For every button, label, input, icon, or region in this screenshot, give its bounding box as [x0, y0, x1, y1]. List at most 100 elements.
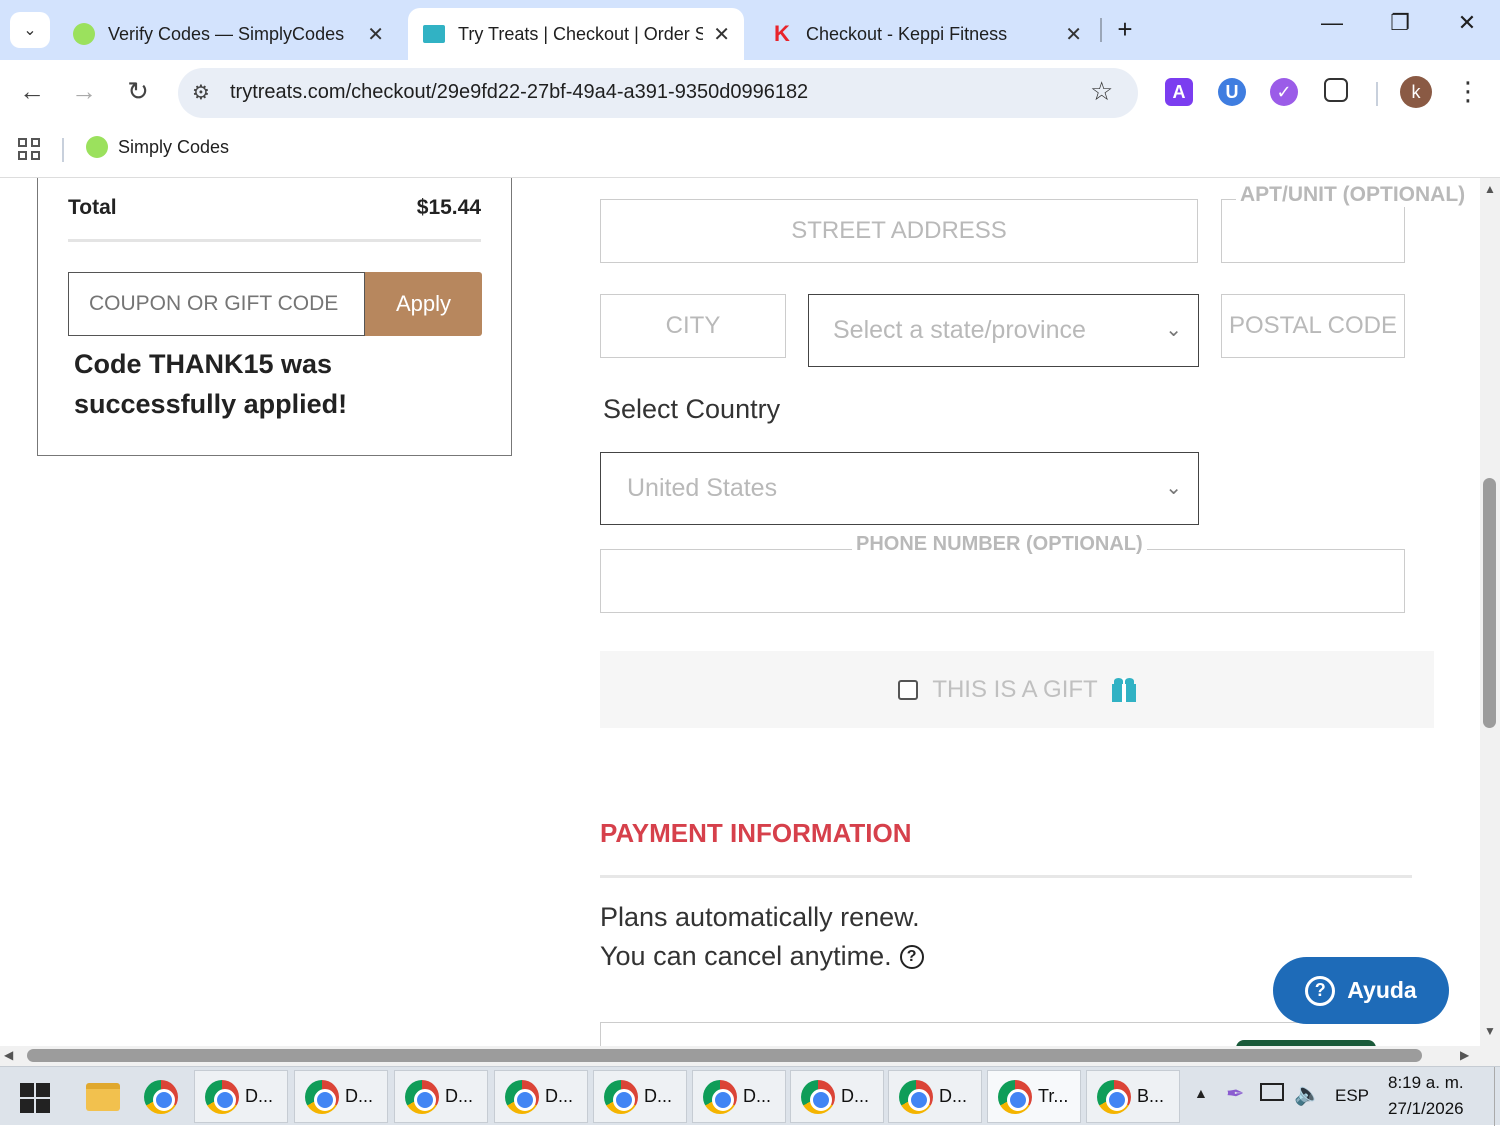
close-icon[interactable]: ✕ — [367, 22, 384, 47]
taskbar-app[interactable]: D... — [494, 1070, 588, 1123]
gift-checkbox[interactable] — [898, 679, 919, 700]
taskbar-app[interactable]: D... — [888, 1070, 982, 1123]
keppi-k-icon: K — [774, 21, 790, 46]
simplycodes-extension-icon[interactable]: ✓ — [1270, 78, 1298, 106]
simplycodes-icon — [72, 22, 96, 46]
state-select[interactable]: Select a state/province ⌄ — [808, 294, 1199, 367]
chrome-icon — [205, 1079, 239, 1114]
country-select[interactable]: United States ⌄ — [600, 452, 1199, 525]
chrome-icon — [505, 1079, 539, 1114]
coupon-success-message: Code THANK15 was successfully applied! — [74, 349, 348, 419]
clock-date[interactable]: 27/1/2026 — [1388, 1099, 1464, 1119]
address-bar[interactable]: ⚙ trytreats.com/checkout/29e9fd22-27bf-4… — [178, 68, 1138, 118]
taskbar-app-active[interactable]: Tr... — [987, 1070, 1081, 1123]
taskbar-app[interactable]: D... — [790, 1070, 884, 1123]
summary-divider — [68, 239, 481, 242]
language-indicator[interactable]: ESP — [1335, 1086, 1369, 1106]
taskbar-app[interactable]: B... — [1086, 1070, 1180, 1123]
close-window-icon[interactable]: ✕ — [1447, 10, 1487, 36]
taskbar-app[interactable]: D... — [194, 1070, 288, 1123]
country-select-value: United States — [627, 474, 778, 502]
scroll-left-arrow-icon[interactable]: ◀ — [4, 1048, 13, 1062]
kebab-menu-icon[interactable]: ⋮ — [1455, 76, 1481, 107]
network-icon[interactable] — [1260, 1083, 1284, 1101]
state-select-placeholder: Select a state/province — [833, 316, 1086, 344]
phone-number-label: PHONE NUMBER (OPTIONAL) — [852, 533, 1147, 556]
chevron-down-icon: ⌄ — [1165, 477, 1182, 499]
back-icon[interactable]: ← — [14, 76, 50, 107]
chrome-icon — [405, 1079, 439, 1114]
puzzle-icon[interactable] — [1324, 78, 1348, 102]
restore-icon[interactable]: ❐ — [1380, 10, 1420, 36]
chevron-down-icon: ⌄ — [23, 22, 37, 39]
checkout-page: Total $15.44 Apply Code THANK15 was succ… — [0, 178, 1480, 1046]
coupon-input[interactable] — [68, 272, 365, 336]
file-explorer-icon[interactable] — [86, 1083, 120, 1111]
question-circle-icon[interactable]: ? — [899, 944, 924, 969]
forward-icon[interactable]: → — [66, 76, 102, 107]
site-settings-icon[interactable]: ⚙ — [192, 80, 210, 105]
chrome-icon — [998, 1079, 1032, 1114]
scroll-down-arrow-icon[interactable]: ▼ — [1484, 1024, 1496, 1038]
clock-time[interactable]: 8:19 a. m. — [1388, 1073, 1464, 1093]
tab-keppi[interactable]: K Checkout - Keppi Fitness ✕ — [756, 8, 1096, 60]
taskbar-app[interactable]: D... — [294, 1070, 388, 1123]
chrome-icon — [703, 1079, 737, 1114]
apps-grid-icon[interactable] — [18, 138, 40, 160]
taskbar-app[interactable]: D... — [593, 1070, 687, 1123]
chrome-icon — [899, 1079, 933, 1114]
apply-button[interactable]: Apply — [365, 272, 482, 336]
postal-code-input[interactable]: POSTAL CODE — [1221, 294, 1405, 358]
tab-search-button[interactable]: ⌄ — [10, 12, 50, 48]
phone-number-input[interactable] — [600, 549, 1405, 613]
payment-divider — [600, 875, 1412, 878]
street-address-input[interactable]: STREET ADDRESS — [600, 199, 1198, 263]
help-button[interactable]: ? Ayuda — [1273, 957, 1449, 1024]
toolbar-divider — [1376, 82, 1378, 106]
bookmark-simplycodes[interactable]: Simply Codes — [86, 136, 229, 158]
close-icon[interactable]: ✕ — [713, 22, 730, 47]
tray-overflow-icon[interactable]: ▲ — [1194, 1085, 1208, 1101]
tab-title: Verify Codes — SimplyCodes — [108, 23, 345, 44]
taskbar-app[interactable]: D... — [394, 1070, 488, 1123]
gift-icon — [1111, 677, 1136, 702]
vertical-scroll-thumb[interactable] — [1483, 478, 1496, 728]
total-value: $15.44 — [416, 196, 481, 219]
show-desktop-button[interactable] — [1494, 1067, 1500, 1126]
horizontal-scrollbar[interactable]: ◀ ▶ — [0, 1046, 1500, 1066]
city-input[interactable]: CITY — [600, 294, 786, 358]
pen-icon[interactable]: ✒ — [1226, 1081, 1244, 1107]
chrome-icon — [801, 1079, 835, 1114]
bookmark-star-icon[interactable]: ☆ — [1090, 76, 1113, 107]
taskbar-app[interactable]: D... — [692, 1070, 786, 1123]
tab-simplycodes[interactable]: Verify Codes — SimplyCodes ✕ — [58, 8, 398, 60]
volume-icon[interactable]: 🔈 — [1294, 1081, 1321, 1107]
apt-unit-input[interactable] — [1221, 199, 1405, 263]
reload-icon[interactable]: ↻ — [120, 76, 156, 107]
help-button-label: Ayuda — [1347, 977, 1417, 1003]
scroll-up-arrow-icon[interactable]: ▲ — [1484, 182, 1496, 196]
country-label: Select Country — [603, 394, 781, 424]
shield-extension-icon[interactable]: U — [1218, 78, 1246, 106]
chrome-icon — [305, 1079, 339, 1114]
horizontal-scroll-thumb[interactable] — [27, 1049, 1422, 1062]
minimize-icon[interactable]: — — [1312, 10, 1352, 36]
bookmarks-bar: Simply Codes — [0, 126, 1500, 178]
tab-divider — [1100, 18, 1102, 42]
renew-text: Plans automatically renew. — [600, 902, 920, 932]
total-label: Total — [68, 196, 117, 219]
avatar[interactable]: k — [1400, 76, 1432, 108]
extension-a-icon[interactable]: A — [1165, 78, 1193, 106]
chrome-pinned-icon[interactable] — [144, 1080, 184, 1114]
windows-start-icon[interactable] — [20, 1083, 50, 1113]
bookmarks-divider — [62, 138, 64, 162]
order-summary-panel: Total $15.44 Apply Code THANK15 was succ… — [37, 178, 512, 456]
url-text[interactable]: trytreats.com/checkout/29e9fd22-27bf-49a… — [230, 81, 808, 104]
payment-heading: PAYMENT INFORMATION — [600, 818, 912, 848]
tab-trytreats[interactable]: Try Treats | Checkout | Order Sn ✕ — [408, 8, 744, 60]
close-icon[interactable]: ✕ — [1065, 22, 1082, 47]
chrome-icon — [1097, 1079, 1131, 1114]
new-tab-button[interactable]: + — [1110, 14, 1140, 45]
scroll-right-arrow-icon[interactable]: ▶ — [1460, 1048, 1469, 1062]
vertical-scrollbar[interactable]: ▲ ▼ — [1480, 178, 1500, 1046]
